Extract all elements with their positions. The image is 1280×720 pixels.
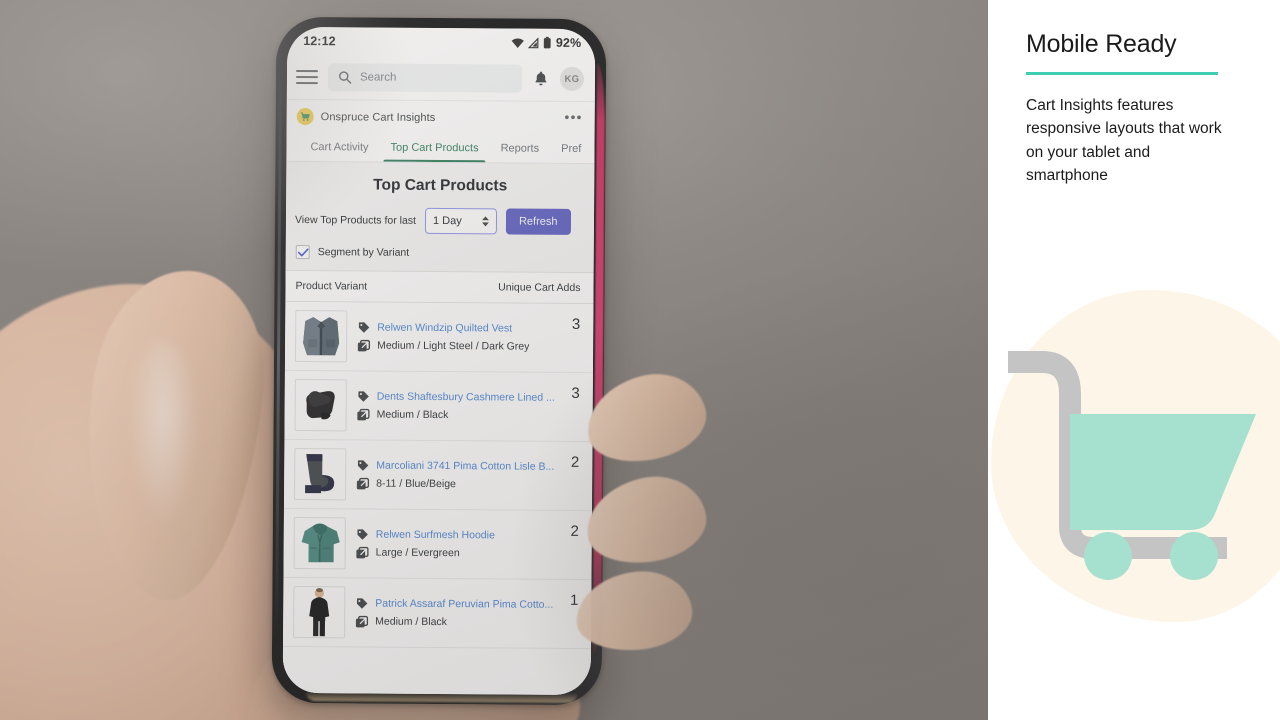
phone-screen: 12:12 92% Search KG Onspruce Cart Insigh…: [282, 26, 596, 696]
black-tee-model-thumbnail: [293, 585, 346, 639]
variant-icon: [357, 339, 371, 351]
product-name[interactable]: Relwen Surfmesh Hoodie: [376, 529, 495, 542]
thumb-highlight: [128, 340, 198, 530]
status-indicators: 92%: [511, 35, 582, 50]
table-row[interactable]: Relwen Windzip Quilted Vest Medium / Lig…: [284, 301, 594, 374]
unique-cart-adds-count: 3: [571, 315, 581, 333]
unique-cart-adds-count: 3: [571, 384, 580, 402]
avatar[interactable]: KG: [559, 66, 585, 92]
product-name[interactable]: Patrick Assaraf Peruvian Pima Cotto...: [375, 598, 553, 611]
variant-icon: [355, 615, 369, 627]
product-variant: Medium / Black: [375, 615, 448, 629]
battery-icon: [543, 36, 551, 49]
tab-top-cart-products[interactable]: Top Cart Products: [379, 134, 489, 163]
search-icon: [339, 71, 352, 84]
app-header: Onspruce Cart Insights •••: [286, 98, 595, 136]
product-variant: Medium / Black: [376, 408, 449, 422]
bell-icon[interactable]: [532, 70, 550, 88]
tab-cart-activity[interactable]: Cart Activity: [299, 133, 379, 162]
column-product-variant: Product Variant: [295, 279, 368, 293]
segment-by-variant-checkbox[interactable]: [295, 244, 310, 260]
tag-icon: [358, 390, 369, 402]
hoodie-thumbnail: [293, 516, 346, 570]
product-name[interactable]: Dents Shaftesbury Cashmere Lined ...: [377, 391, 555, 404]
product-name[interactable]: Marcoliani 3741 Pima Cotton Lisle B...: [376, 460, 554, 473]
thumb: [71, 262, 275, 608]
leather-gloves-thumbnail: [294, 378, 347, 432]
range-row: View Top Products for last 1 Day Refresh: [295, 207, 585, 235]
phone-red-edge: [592, 63, 606, 654]
product-info: Dents Shaftesbury Cashmere Lined ... Med…: [357, 390, 556, 422]
page-title: Top Cart Products: [373, 176, 508, 195]
variant-icon: [356, 546, 369, 558]
phone-in-hand-photo: 12:12 92% Search KG Onspruce Cart Insigh…: [0, 0, 988, 720]
shopping-cart-logo-icon: [296, 108, 314, 126]
table-row[interactable]: Patrick Assaraf Peruvian Pima Cotto... M…: [283, 577, 592, 650]
variant-icon: [357, 408, 370, 420]
tag-icon: [357, 528, 368, 540]
product-info: Relwen Windzip Quilted Vest Medium / Lig…: [357, 321, 556, 353]
segment-row: Segment by Variant: [295, 233, 585, 272]
unique-cart-adds-count: 2: [570, 453, 580, 471]
range-select-value: 1 Day: [432, 214, 462, 228]
product-name[interactable]: Relwen Windzip Quilted Vest: [377, 322, 512, 335]
segment-by-variant-label: Segment by Variant: [317, 246, 410, 259]
status-bar: 12:12 92%: [287, 26, 596, 58]
column-unique-cart-adds: Unique Cart Adds: [498, 281, 581, 294]
product-variant: Medium / Light Steel / Dark Grey: [377, 339, 530, 353]
main-content: Top Cart Products View Top Products for …: [282, 161, 595, 696]
product-info: Marcoliani 3741 Pima Cotton Lisle B... 8…: [356, 459, 555, 491]
shopping-cart-illustration: [1008, 351, 1256, 580]
signal-icon: [527, 37, 539, 48]
dress-sock-thumbnail: [294, 447, 347, 501]
product-rows: Relwen Windzip Quilted Vest Medium / Lig…: [282, 301, 594, 696]
product-info: Relwen Surfmesh Hoodie Large / Evergreen: [356, 528, 555, 560]
hamburger-menu-icon[interactable]: [295, 66, 319, 88]
table-row[interactable]: Relwen Surfmesh Hoodie Large / Evergreen: [283, 508, 592, 581]
battery-percent: 92%: [555, 35, 582, 50]
range-select[interactable]: 1 Day: [424, 207, 498, 235]
refresh-button[interactable]: Refresh: [505, 208, 571, 235]
marketing-panel: Mobile Ready Cart Insights features resp…: [988, 0, 1280, 720]
marketing-body: Cart Insights features responsive layout…: [1026, 96, 1222, 185]
check-icon: [297, 247, 309, 256]
tab-reports[interactable]: Reports: [490, 134, 551, 162]
search-input[interactable]: Search: [327, 63, 523, 93]
variant-icon: [356, 477, 370, 489]
app-bar: Search KG: [286, 54, 596, 102]
table-header: Product Variant Unique Cart Adds: [285, 269, 594, 305]
tab-bar: Cart Activity Top Cart Products Reports …: [286, 132, 595, 165]
tab-preferences[interactable]: Pref: [550, 135, 592, 163]
table-row[interactable]: Dents Shaftesbury Cashmere Lined ... Med…: [284, 370, 593, 443]
heading-underline: [1026, 71, 1218, 75]
unique-cart-adds-count: 1: [569, 591, 579, 609]
search-placeholder: Search: [359, 71, 397, 84]
unique-cart-adds-count: 2: [570, 522, 579, 540]
filter-controls: View Top Products for last 1 Day Refresh: [286, 207, 594, 272]
screenshot-root: 12:12 92% Search KG Onspruce Cart Insigh…: [0, 0, 1280, 720]
wifi-icon: [511, 38, 524, 48]
overflow-menu-icon[interactable]: •••: [564, 108, 582, 124]
phone-edge-highlight: [275, 76, 282, 633]
marketing-heading: Mobile Ready: [1026, 30, 1177, 58]
tag-icon: [356, 597, 368, 609]
tag-icon: [357, 459, 369, 471]
app-name: Onspruce Cart Insights: [320, 110, 436, 124]
status-time: 12:12: [303, 34, 336, 49]
product-variant: Large / Evergreen: [375, 546, 460, 560]
stepper-icon: [481, 216, 489, 227]
smartphone-device: 12:12 92% Search KG Onspruce Cart Insigh…: [271, 16, 607, 706]
tag-icon: [358, 321, 370, 333]
quilted-vest-thumbnail: [294, 309, 348, 363]
range-label: View Top Products for last: [294, 213, 417, 227]
table-row[interactable]: Marcoliani 3741 Pima Cotton Lisle B... 8…: [283, 439, 593, 512]
product-variant: 8-11 / Blue/Beige: [376, 477, 456, 491]
product-info: Patrick Assaraf Peruvian Pima Cotto... M…: [355, 597, 554, 629]
